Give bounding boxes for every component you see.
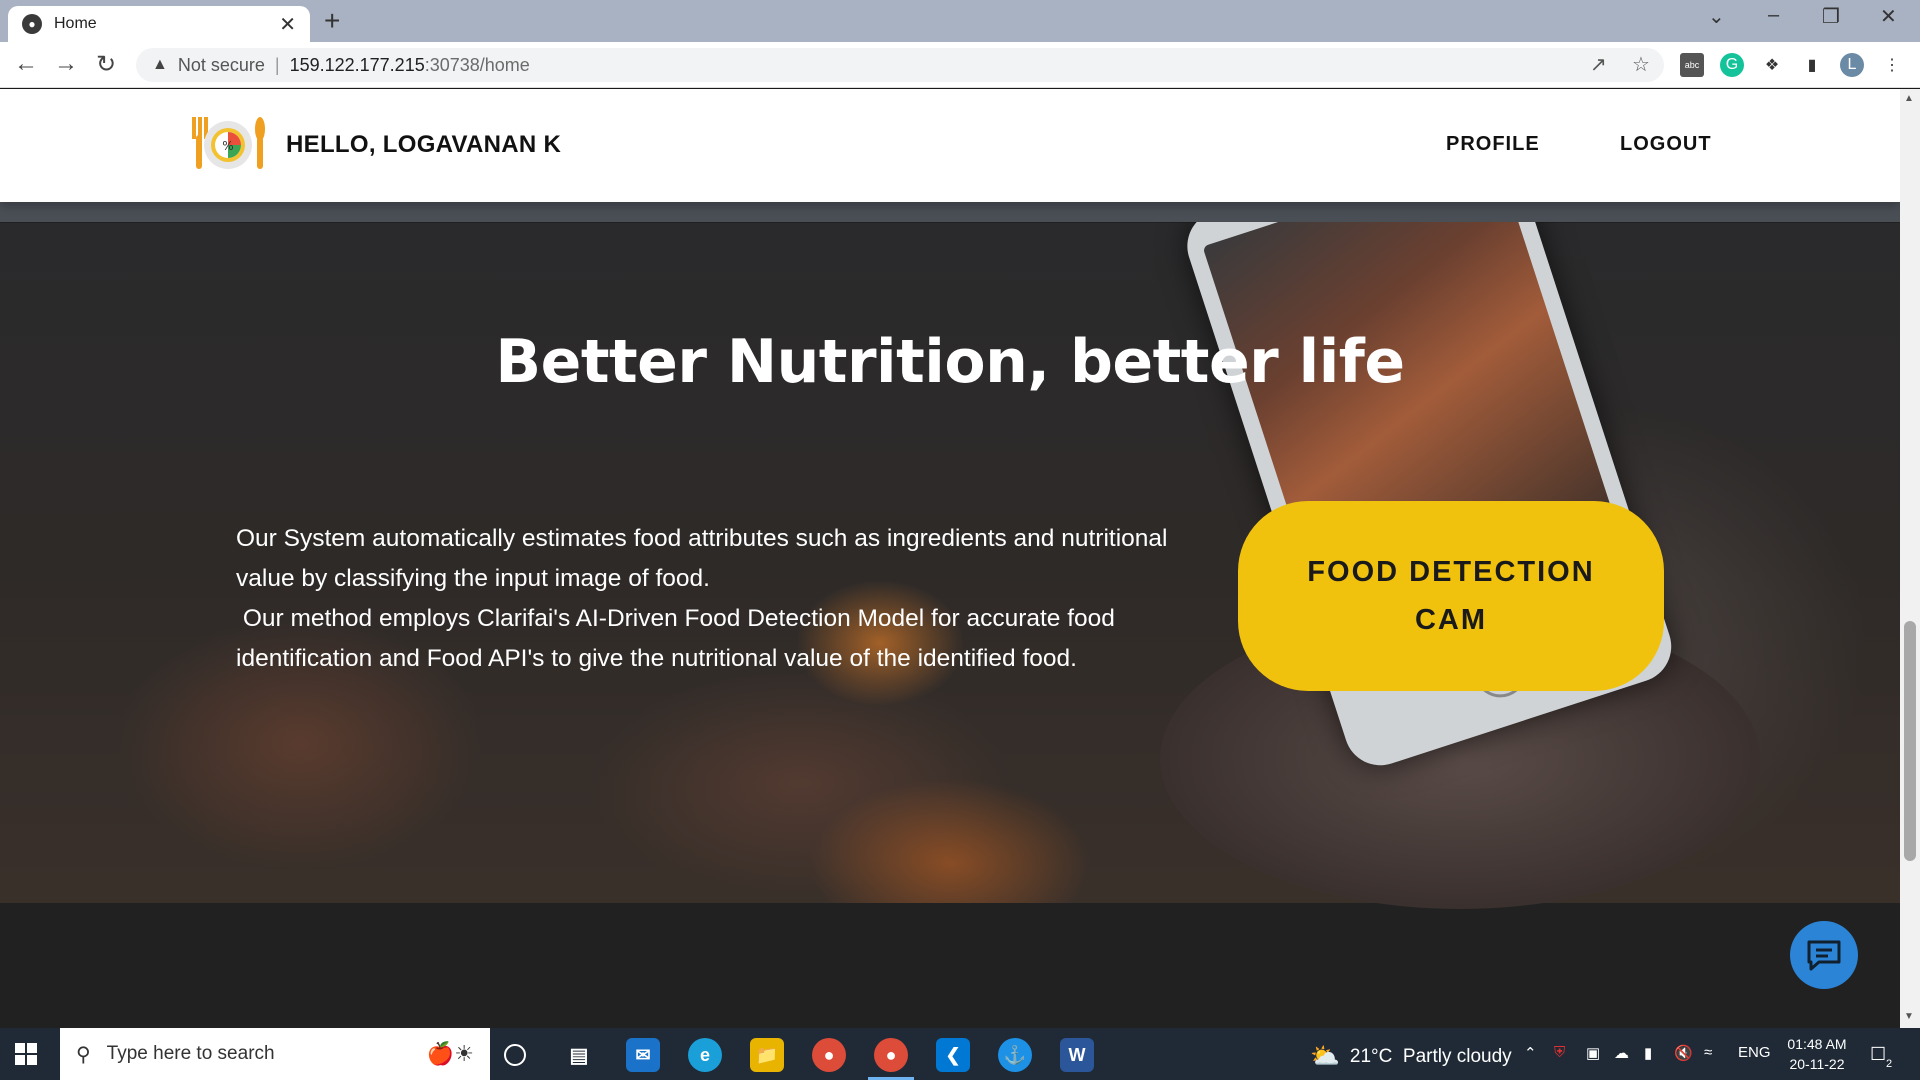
meet-now-icon[interactable]: ▣	[1586, 1044, 1600, 1062]
header-shadow-strip	[0, 202, 1900, 222]
browser-tab-bar: ● Home ✕ + ⌄ – ❐ ✕	[0, 0, 1920, 42]
edge-icon[interactable]: e	[688, 1038, 722, 1072]
close-window-icon[interactable]: ✕	[1880, 4, 1897, 29]
weather-description: Partly cloudy	[1402, 1045, 1512, 1067]
hero-paragraph-1: Our System automatically estimates food …	[236, 525, 1168, 592]
restore-icon[interactable]: ❐	[1822, 4, 1840, 29]
bookmark-star-icon[interactable]: ☆	[1632, 52, 1650, 77]
page-content: % HELLO, LOGAVANAN K PROFILE LOGOUT Bett…	[0, 89, 1900, 1028]
scrollbar-thumb[interactable]	[1904, 621, 1916, 861]
weather-temp: 21°C	[1349, 1045, 1393, 1067]
weather-widget[interactable]: ⛅ 21°C Partly cloudy	[1310, 1042, 1512, 1071]
volume-muted-icon[interactable]: 🔇	[1674, 1044, 1693, 1062]
address-bar[interactable]: ▲ Not secure | 159.122.177.215:30738/hom…	[136, 48, 1664, 82]
share-icon[interactable]: ↗	[1590, 52, 1607, 77]
chrome-icon[interactable]: ●	[812, 1038, 846, 1072]
globe-icon: ●	[22, 14, 42, 34]
browser-tab[interactable]: ● Home ✕	[8, 6, 310, 42]
address-separator: |	[274, 54, 280, 75]
search-icon: ⚲	[76, 1043, 91, 1066]
show-hidden-icons[interactable]: ⌃	[1524, 1044, 1537, 1062]
side-panel-icon[interactable]: ▮	[1800, 53, 1824, 77]
extension-icon[interactable]: abc	[1680, 53, 1704, 77]
windows-taskbar: ⚲ Type here to search 🍎☀ ▤ ✉ e 📁 ● ● ❮ ⚓…	[0, 1028, 1920, 1080]
nav-profile-link[interactable]: PROFILE	[1446, 133, 1540, 156]
tab-search-icon[interactable]: ⌄	[1708, 4, 1725, 29]
hero-paragraph-2: Our method employs Clarifai's AI-Driven …	[236, 605, 1122, 672]
nav-logout-link[interactable]: LOGOUT	[1620, 133, 1712, 156]
antivirus-icon[interactable]: ⛨	[1554, 1044, 1565, 1061]
clock-date: 20-11-22	[1789, 1056, 1845, 1072]
hero-title: Better Nutrition, better life	[495, 327, 1405, 397]
docker-icon[interactable]: ⚓	[998, 1038, 1032, 1072]
browser-toolbar: ← → ↻ ▲ Not secure | 159.122.177.215:307…	[0, 42, 1920, 88]
notifications-icon[interactable]: ☐	[1870, 1044, 1886, 1065]
forward-icon[interactable]: →	[54, 50, 78, 78]
battery-icon[interactable]: ▮	[1644, 1044, 1652, 1062]
mail-icon[interactable]: ✉	[626, 1038, 660, 1072]
new-tab-button[interactable]: +	[324, 5, 340, 37]
chat-icon	[1807, 940, 1841, 971]
food-detection-cam-button[interactable]: FOOD DETECTION CAM	[1238, 501, 1664, 691]
word-icon[interactable]: W	[1060, 1038, 1094, 1072]
tab-title: Home	[54, 15, 97, 32]
warning-icon: ▲	[152, 56, 168, 73]
partly-cloudy-icon: ⛅	[1310, 1043, 1340, 1070]
site-header: % HELLO, LOGAVANAN K PROFILE LOGOUT	[0, 89, 1900, 202]
address-path: :30738/home	[424, 54, 530, 75]
chrome-profile-icon[interactable]: ●	[874, 1038, 908, 1072]
search-highlight-icon: 🍎☀	[426, 1041, 474, 1066]
minimize-icon[interactable]: –	[1768, 4, 1779, 27]
svg-text:%: %	[222, 139, 233, 153]
scroll-down-icon[interactable]: ▼	[1904, 1011, 1914, 1022]
notification-count: 2	[1886, 1058, 1893, 1070]
address-host: 159.122.177.215	[289, 54, 425, 75]
taskbar-search-placeholder: Type here to search	[106, 1043, 275, 1064]
task-view-icon[interactable]: ▤	[562, 1038, 596, 1072]
language-indicator[interactable]: ENG	[1738, 1044, 1771, 1061]
greeting-text: HELLO, LOGAVANAN K	[286, 131, 562, 158]
cortana-icon[interactable]	[504, 1044, 526, 1066]
logo-icon[interactable]: %	[188, 111, 268, 175]
food-detection-cam-label: FOOD DETECTION CAM	[1307, 556, 1595, 636]
system-clock[interactable]: 01:48 AM 20-11-22	[1782, 1034, 1852, 1074]
close-tab-icon[interactable]: ✕	[279, 12, 296, 37]
profile-avatar[interactable]: L	[1840, 53, 1864, 77]
scroll-up-icon[interactable]: ▲	[1904, 93, 1914, 104]
onedrive-icon[interactable]: ☁	[1614, 1044, 1629, 1062]
menu-dots-icon[interactable]: ⋮	[1880, 53, 1904, 77]
back-icon[interactable]: ←	[14, 50, 38, 78]
hero-description: Our System automatically estimates food …	[236, 519, 1196, 679]
chat-button[interactable]	[1790, 921, 1858, 989]
grammarly-icon[interactable]: G	[1720, 53, 1744, 77]
vscode-icon[interactable]: ❮	[936, 1038, 970, 1072]
reload-icon[interactable]: ↻	[96, 50, 116, 79]
windows-start-icon[interactable]	[14, 1042, 38, 1066]
taskbar-search-box[interactable]: ⚲ Type here to search 🍎☀	[60, 1028, 490, 1080]
security-label: Not secure	[177, 54, 265, 75]
file-explorer-icon[interactable]: 📁	[750, 1038, 784, 1072]
puzzle-icon[interactable]: ❖	[1760, 53, 1784, 77]
page-scrollbar[interactable]: ▲ ▼	[1900, 89, 1920, 1028]
clock-time: 01:48 AM	[1787, 1036, 1847, 1052]
wifi-icon[interactable]: ≈	[1704, 1044, 1712, 1061]
